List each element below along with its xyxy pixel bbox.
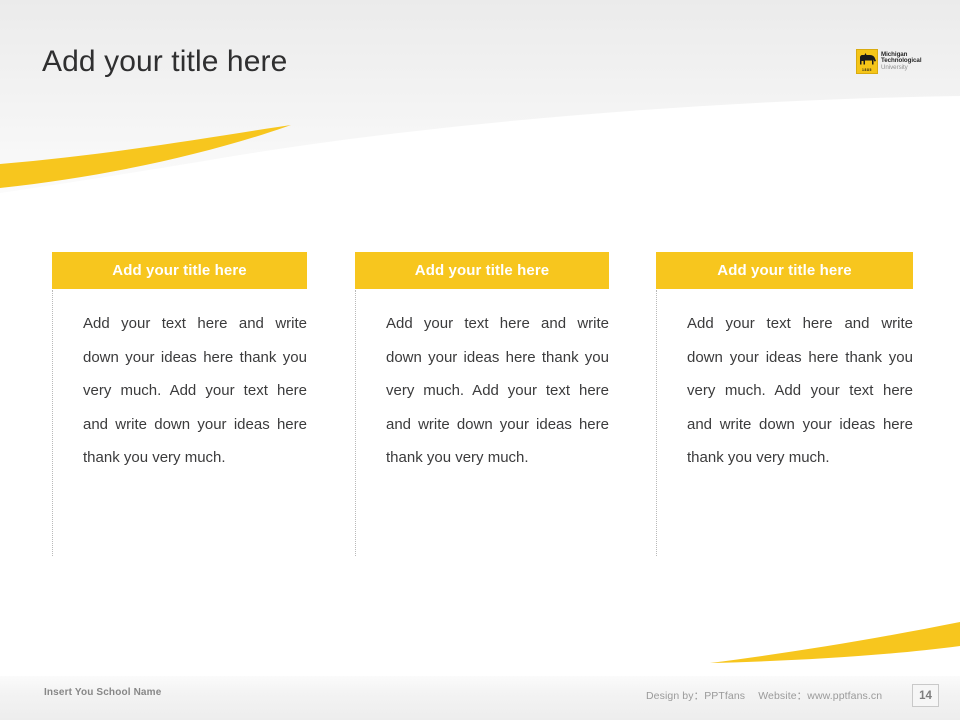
university-logo-text: Michigan Technological University — [881, 51, 922, 71]
column-text-1[interactable]: Add your text here and write down your i… — [83, 307, 307, 475]
footer-credit: Design by：PPTfans Website：www.pptfans.cn — [646, 688, 882, 703]
column-heading-2[interactable]: Add your title here — [355, 252, 609, 289]
column-text-2[interactable]: Add your text here and write down your i… — [386, 307, 609, 475]
logo-line-3: University — [881, 63, 908, 71]
footer-website: Website：www.pptfans.cn — [758, 690, 883, 702]
column-heading-1[interactable]: Add your title here — [52, 252, 307, 289]
page-title: Add your title here — [42, 45, 288, 78]
header-background — [0, 0, 960, 193]
content-column-1: Add your title here Add your text here a… — [52, 252, 307, 556]
logo-year: 1885 — [862, 68, 872, 72]
content-column-2: Add your title here Add your text here a… — [355, 252, 609, 556]
footer-school-name[interactable]: Insert You School Name — [44, 687, 161, 698]
content-columns: Add your title here Add your text here a… — [0, 252, 960, 556]
page-number-badge: 14 — [912, 684, 939, 707]
column-text-3[interactable]: Add your text here and write down your i… — [687, 307, 913, 475]
footer-design-by: Design by：PPTfans — [646, 690, 746, 702]
column-body-1: Add your text here and write down your i… — [52, 290, 307, 556]
husky-mark-icon: 1885 — [856, 49, 878, 74]
content-column-3: Add your title here Add your text here a… — [656, 252, 913, 556]
university-logo: 1885 Michigan Technological University — [856, 49, 922, 74]
column-heading-3[interactable]: Add your title here — [656, 252, 913, 289]
column-body-2: Add your text here and write down your i… — [355, 290, 609, 556]
column-body-3: Add your text here and write down your i… — [656, 290, 913, 556]
slide-canvas: Add your title here 1885 Michigan Techno… — [0, 0, 960, 720]
